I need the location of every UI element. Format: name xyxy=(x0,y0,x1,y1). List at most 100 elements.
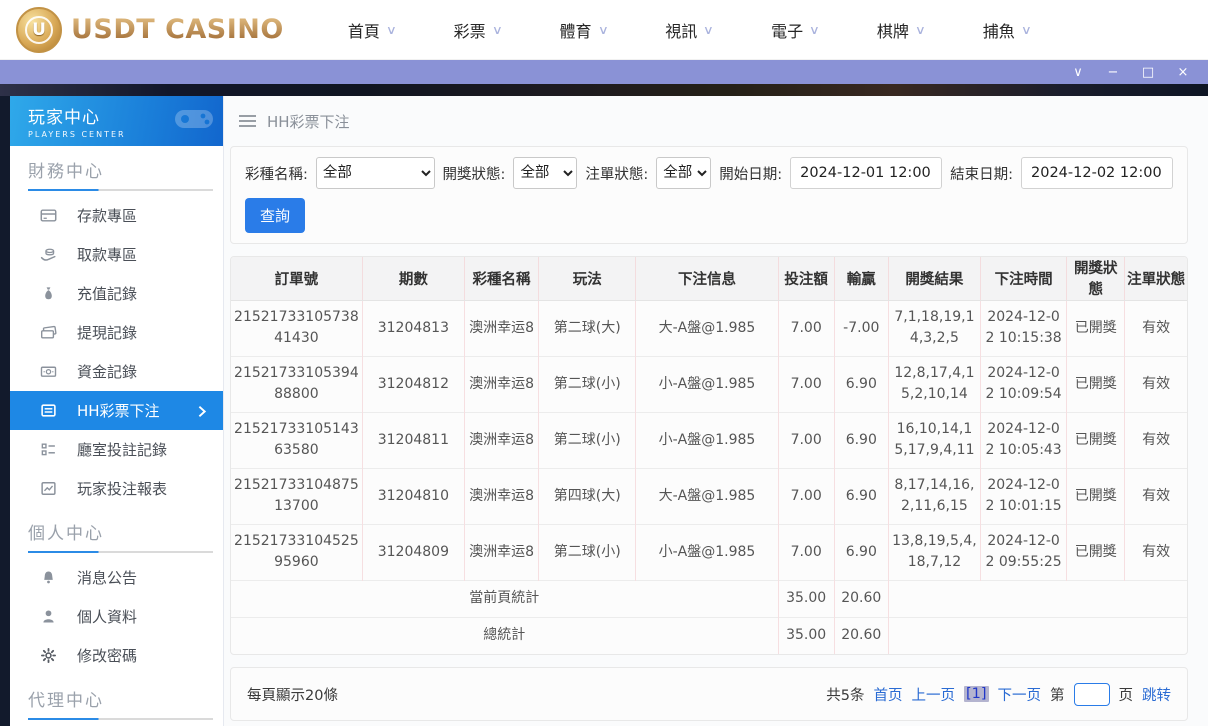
table-cell: -7.00 xyxy=(833,299,889,356)
table-cell: 小-A盤@1.985 xyxy=(635,523,779,580)
column-header: 彩種名稱 xyxy=(463,257,539,301)
pager-controls: 共5条 首页 上一页 [1] 下一页 第 页 跳转 xyxy=(826,682,1171,706)
top-nav-item[interactable]: 電子 ∨ xyxy=(771,18,820,42)
jump-suffix-text: 页 xyxy=(1118,687,1134,704)
nav-item-label: 捕魚 xyxy=(982,21,1015,41)
top-nav-item[interactable]: 體育 ∨ xyxy=(559,18,609,42)
page-summary-row: 當前頁統計 35.00 20.60 xyxy=(231,579,1187,617)
lottery-type-select[interactable]: 全部 xyxy=(315,157,435,189)
sidebar-item-player-bet-report[interactable]: 玩家投注報表 xyxy=(10,469,223,508)
top-nav: 首頁 ∨ 彩票 ∨ 體育 ∨ 視訊 ∨ 電子 ∨ 棋牌 ∨ 捕魚 ∨ xyxy=(348,18,1032,42)
summary-label-cell: 當前頁統計 xyxy=(231,579,779,617)
table-cell: 6.90 xyxy=(833,355,889,412)
table-header-row: 訂單號 期數 彩種名稱 玩法 下注信息 投注額 輸贏 開獎結果 下注時間 開獎狀態 注單狀態 xyxy=(231,257,1187,301)
sidebar-item-deposit[interactable]: 存款專區 xyxy=(10,196,223,235)
filter-panel: 彩種名稱: 全部 開獎狀態: 全部 注單狀態: 全部 開始日期: 結束日期: xyxy=(230,146,1188,244)
table-row: 2152173310514363580 31204811 澳洲幸运8 第二球(小) … xyxy=(231,411,1187,468)
table-cell: 6.90 xyxy=(833,523,889,580)
table-cell: 澳洲幸运8 xyxy=(463,355,539,412)
table-cell: 31204809 xyxy=(361,523,465,580)
hall-bet-record-icon xyxy=(41,443,55,456)
top-nav-item[interactable]: 首頁 ∨ xyxy=(348,18,397,42)
table-cell: 第四球(大) xyxy=(538,467,636,524)
table-cell: 2152173310487513700 xyxy=(231,467,363,524)
end-date-input[interactable] xyxy=(1021,157,1173,189)
player-report-icon xyxy=(41,482,56,495)
sidebar-item-hall-bet-record[interactable]: 廳室投註記錄 xyxy=(10,430,223,469)
table-cell: 有效 xyxy=(1124,299,1187,356)
table-cell: 有效 xyxy=(1124,355,1187,412)
start-date-input[interactable] xyxy=(790,157,943,189)
table-body: 2152173310573841430 31204813 澳洲幸运8 第二球(大) … xyxy=(231,299,1187,580)
window-panel-collapse-icon[interactable]: ∨ xyxy=(1071,66,1085,79)
cash-cards-icon xyxy=(41,325,57,339)
funds-record-icon xyxy=(40,366,57,377)
hamburger-menu-icon[interactable] xyxy=(239,114,256,128)
sidebar-item-label: 資金記錄 xyxy=(77,363,138,381)
prev-page-link[interactable]: 上一页 xyxy=(911,684,955,705)
window-maximize-icon[interactable]: □ xyxy=(1141,66,1155,79)
table-cell: 有效 xyxy=(1124,523,1187,580)
sidebar-item-funds-record[interactable]: 資金記錄 xyxy=(10,352,223,391)
sidebar-item-label: 玩家投注報表 xyxy=(77,480,168,498)
bets-table-card: 訂單號 期數 彩種名稱 玩法 下注信息 投注額 輸贏 開獎結果 下注時間 開獎狀態 注單狀態 215… xyxy=(230,256,1188,655)
table-cell: 6.90 xyxy=(833,411,889,468)
top-nav-item[interactable]: 捕魚 ∨ xyxy=(982,18,1032,42)
sidebar-item-withdrawal-record[interactable]: 提現記錄 xyxy=(10,313,223,352)
sidebar-item-change-password[interactable]: 修改密碼 xyxy=(10,636,223,675)
sidebar-item-recharge-record[interactable]: 充值記錄 xyxy=(10,274,223,313)
sidebar-item-hh-lottery-bets[interactable]: HH彩票下注 xyxy=(10,391,223,430)
table-cell: 澳洲幸运8 xyxy=(463,523,539,580)
table-cell: 31204810 xyxy=(361,467,465,524)
top-nav-item[interactable]: 棋牌 ∨ xyxy=(877,18,926,42)
next-page-link[interactable]: 下一页 xyxy=(998,684,1042,705)
table-cell: 2024-12-02 09:55:25 xyxy=(980,523,1067,580)
table-cell: 7.00 xyxy=(777,467,835,524)
section-title-finance: 財務中心 xyxy=(28,162,104,182)
sidebar-item-withdraw[interactable]: 取款專區 xyxy=(10,235,223,274)
app-window: U USDT CASINO 首頁 ∨ 彩票 ∨ 體育 ∨ 視訊 ∨ 電子 ∨ 棋… xyxy=(0,0,1208,726)
section-divider xyxy=(28,718,213,720)
table-cell: 已開獎 xyxy=(1066,299,1125,356)
table-cell: 16,10,14,15,17,9,4,11 xyxy=(887,411,981,468)
sidebar: 玩家中心 PLAYERS CENTER 財務中心 存款專區 取款專區 充值記錄 xyxy=(10,96,224,726)
top-nav-item[interactable]: 彩票 ∨ xyxy=(454,18,503,42)
table-cell: 2024-12-02 10:09:54 xyxy=(980,355,1067,412)
jump-action-link[interactable]: 跳转 xyxy=(1142,684,1171,705)
table-cell: 2152173310573841430 xyxy=(231,299,363,356)
first-page-link[interactable]: 首页 xyxy=(873,684,902,705)
sidebar-item-label: 消息公告 xyxy=(77,569,138,587)
table-cell: 7.00 xyxy=(777,411,835,468)
table-cell: 2152173310539488800 xyxy=(231,355,363,412)
search-button[interactable]: 查詢 xyxy=(245,198,306,233)
table-cell: 第二球(小) xyxy=(538,523,636,580)
person-icon xyxy=(43,610,54,623)
total-count-text: 共5条 xyxy=(826,687,865,704)
order-status-select[interactable]: 全部 xyxy=(656,157,712,189)
sidebar-item-label: 提現記錄 xyxy=(77,324,138,342)
start-date-label: 開始日期: xyxy=(719,166,783,183)
table-cell: 已開獎 xyxy=(1066,467,1125,524)
sidebar-item-announcements[interactable]: 消息公告 xyxy=(10,558,223,597)
table-cell: 2024-12-02 10:01:15 xyxy=(980,467,1067,524)
brand-logo[interactable]: U USDT CASINO xyxy=(16,6,284,53)
window-close-icon[interactable]: × xyxy=(1176,66,1190,79)
window-minimize-icon[interactable]: − xyxy=(1106,66,1120,79)
current-page-indicator[interactable]: [1] xyxy=(963,686,989,702)
sidebar-item-profile[interactable]: 個人資料 xyxy=(10,597,223,636)
page-jump-input[interactable] xyxy=(1073,682,1110,706)
chevron-down-icon: ∨ xyxy=(597,22,609,37)
top-nav-item[interactable]: 視訊 ∨ xyxy=(665,18,714,42)
main-panel: HH彩票下注 彩種名稱: 全部 開獎狀態: 全部 注單狀態: 全部 開始日期: … xyxy=(224,96,1208,726)
draw-status-select[interactable]: 全部 xyxy=(513,157,578,189)
table-cell: 第二球(小) xyxy=(538,411,636,468)
money-bag-icon xyxy=(45,287,52,300)
summary-empty-cell xyxy=(887,579,1187,617)
table-row: 2152173310539488800 31204812 澳洲幸运8 第二球(小) … xyxy=(231,355,1187,412)
column-header: 注單狀態 xyxy=(1124,257,1187,301)
table-cell: 小-A盤@1.985 xyxy=(635,411,779,468)
table-cell: 已開獎 xyxy=(1066,523,1125,580)
table-cell: 已開獎 xyxy=(1066,411,1125,468)
table-cell: 31204811 xyxy=(361,411,465,468)
sidebar-item-label: 修改密碼 xyxy=(77,647,138,665)
